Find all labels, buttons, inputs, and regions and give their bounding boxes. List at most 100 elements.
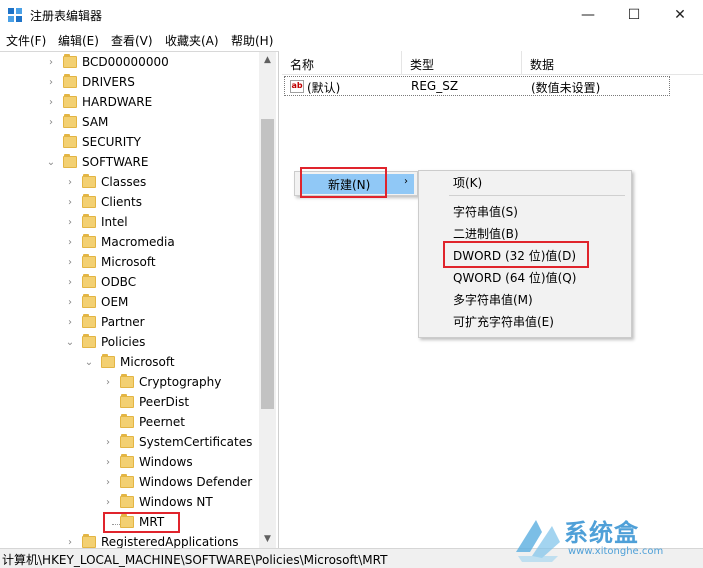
folder-icon	[82, 314, 96, 328]
tree-expand-icon[interactable]: ›	[65, 237, 75, 249]
folder-icon	[63, 134, 77, 148]
folder-icon	[120, 494, 134, 508]
submenu-item-qword[interactable]: QWORD (64 位)值(Q)	[453, 268, 576, 288]
column-header-type[interactable]: 类型	[402, 51, 522, 75]
tree-item[interactable]: › Clients	[0, 193, 260, 213]
tree-item-label: Clients	[101, 195, 142, 209]
scroll-up-arrow[interactable]: ▲	[259, 52, 276, 69]
menu-help[interactable]: 帮助(H)	[231, 32, 273, 49]
value-data: (数值未设置)	[531, 81, 601, 95]
watermark-logo-icon	[516, 520, 560, 562]
tree-item[interactable]: › Windows Defender	[0, 473, 260, 493]
tree-expand-icon[interactable]: ›	[65, 177, 75, 189]
submenu-item-string[interactable]: 字符串值(S)	[453, 202, 518, 222]
close-button[interactable]: ✕	[657, 0, 703, 30]
scroll-thumb[interactable]	[261, 119, 274, 409]
tree-item[interactable]: › Classes	[0, 173, 260, 193]
tree-item[interactable]: › Partner	[0, 313, 260, 333]
tree-item[interactable]: SECURITY	[0, 133, 260, 153]
tree-item[interactable]: › RegisteredApplications	[0, 533, 260, 548]
tree-expand-icon[interactable]	[103, 417, 113, 429]
tree-item[interactable]: › ODBC	[0, 273, 260, 293]
tree-item[interactable]: › HARDWARE	[0, 93, 260, 113]
regedit-app-icon	[8, 8, 22, 22]
submenu-item-multistring[interactable]: 多字符串值(M)	[453, 290, 533, 310]
tree-item[interactable]: › DRIVERS	[0, 73, 260, 93]
tree-expand-icon[interactable]: ›	[65, 217, 75, 229]
tree-item[interactable]: PeerDist	[0, 393, 260, 413]
submenu-item-key[interactable]: 项(K)	[453, 173, 482, 193]
column-header-data[interactable]: 数据	[522, 51, 703, 75]
tree-item[interactable]: › Microsoft	[0, 253, 260, 273]
tree-expand-icon[interactable]: ⌄	[84, 357, 94, 369]
watermark-url: www.xitonghe.com	[568, 546, 664, 557]
submenu-item-expandable-string[interactable]: 可扩充字符串值(E)	[453, 312, 554, 332]
tree-item-label: Microsoft	[101, 255, 156, 269]
tree-item[interactable]: › Cryptography	[0, 373, 260, 393]
tree-item[interactable]: › Windows	[0, 453, 260, 473]
folder-icon	[82, 294, 96, 308]
tree-expand-icon[interactable]: ›	[65, 277, 75, 289]
string-value-icon: ab	[290, 80, 304, 93]
tree-expand-icon[interactable]: ⌄	[46, 157, 56, 169]
tree-item-label: PeerDist	[139, 395, 190, 409]
tree-item[interactable]: › Windows NT	[0, 493, 260, 513]
tree-expand-icon[interactable]: ›	[65, 317, 75, 329]
column-header-name[interactable]: 名称	[282, 51, 402, 75]
tree-expand-icon[interactable]: ›	[65, 297, 75, 309]
tree-expand-icon[interactable]: ›	[65, 537, 75, 548]
tree-item[interactable]: ⌄ Microsoft	[0, 353, 260, 373]
tree-expand-icon[interactable]: ›	[65, 197, 75, 209]
folder-icon	[82, 234, 96, 248]
registry-tree[interactable]: › BCD00000000 › DRIVERS › HARDWARE › SAM SECURIT…	[0, 51, 279, 548]
value-row[interactable]: ab (默认) REG_SZ (数值未设置)	[284, 76, 670, 96]
tree-expand-icon[interactable]: ›	[46, 77, 56, 89]
tree-item[interactable]: › Intel	[0, 213, 260, 233]
tree-expand-icon[interactable]: ›	[103, 437, 113, 449]
tree-item[interactable]: › SystemCertificates	[0, 433, 260, 453]
folder-icon	[120, 474, 134, 488]
value-type: REG_SZ	[411, 79, 459, 93]
tree-scrollbar[interactable]: ▲ ▼	[259, 52, 276, 548]
tree-item-label: SOFTWARE	[82, 155, 149, 169]
watermark: 系统盒 www.xitonghe.com	[512, 512, 700, 566]
highlight-mrt	[103, 512, 180, 533]
tree-item-label: SAM	[82, 115, 109, 129]
tree-item[interactable]: Peernet	[0, 413, 260, 433]
tree-expand-icon[interactable]: ›	[103, 497, 113, 509]
folder-icon	[63, 94, 77, 108]
folder-icon	[120, 374, 134, 388]
folder-icon	[82, 274, 96, 288]
tree-item[interactable]: › SAM	[0, 113, 260, 133]
menu-view[interactable]: 查看(V)	[111, 32, 153, 49]
highlight-new	[300, 167, 387, 198]
tree-expand-icon[interactable]: ›	[103, 377, 113, 389]
menu-favorites[interactable]: 收藏夹(A)	[165, 32, 219, 49]
scroll-down-arrow[interactable]: ▼	[259, 531, 276, 548]
tree-item-label: Intel	[101, 215, 128, 229]
tree-item-label: ODBC	[101, 275, 137, 289]
tree-item[interactable]: ⌄ Policies	[0, 333, 260, 353]
folder-icon	[101, 354, 115, 368]
maximize-button[interactable]: ☐	[611, 0, 657, 30]
tree-expand-icon[interactable]: ⌄	[65, 337, 75, 349]
tree-item[interactable]: › Macromedia	[0, 233, 260, 253]
tree-expand-icon[interactable]: ›	[46, 57, 56, 69]
folder-icon	[82, 194, 96, 208]
menu-file[interactable]: 文件(F)	[6, 32, 46, 49]
tree-item-label: Windows Defender	[139, 475, 253, 489]
menu-edit[interactable]: 编辑(E)	[58, 32, 99, 49]
tree-item[interactable]: › BCD00000000	[0, 53, 260, 73]
tree-expand-icon[interactable]: ›	[46, 97, 56, 109]
tree-expand-icon[interactable]	[46, 137, 56, 149]
tree-expand-icon[interactable]: ›	[46, 117, 56, 129]
tree-expand-icon[interactable]: ›	[103, 477, 113, 489]
tree-expand-icon[interactable]	[103, 397, 113, 409]
watermark-brand: 系统盒	[564, 519, 639, 547]
tree-item[interactable]: ⌄ SOFTWARE	[0, 153, 260, 173]
status-path: 计算机\HKEY_LOCAL_MACHINE\SOFTWARE\Policies…	[2, 553, 388, 567]
tree-item[interactable]: › OEM	[0, 293, 260, 313]
minimize-button[interactable]: —	[565, 0, 611, 30]
tree-expand-icon[interactable]: ›	[65, 257, 75, 269]
tree-expand-icon[interactable]: ›	[103, 457, 113, 469]
